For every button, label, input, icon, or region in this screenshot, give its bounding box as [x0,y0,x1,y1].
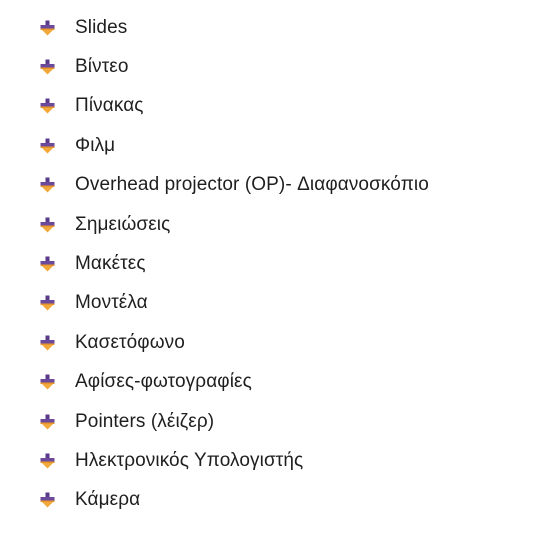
list-item: Ηλεκτρονικός Υπολογιστής [40,441,429,480]
list-item-label: Slides [75,16,128,38]
plus-arrow-bullet-icon [40,138,55,154]
list-item-label: Φιλμ [75,134,116,156]
plus-arrow-bullet-icon [40,295,55,311]
list-item: Αφίσες-φωτογραφίες [40,363,429,402]
plus-arrow-bullet-icon [40,374,55,390]
list-item: Slides [40,8,429,47]
plus-arrow-bullet-icon [40,414,55,430]
plus-arrow-bullet-icon [40,453,55,469]
list-item-label: Pointers (λέιζερ) [75,410,215,432]
list-item: Overhead projector (OP)- Διαφανοσκόπιο [40,166,429,205]
list-item: Κασετόφωνο [40,323,429,362]
bullet-list: Slides Βίντεο Πίνακας Φιλμ Overhead proj… [40,8,429,520]
list-item-label: Κάμερα [75,489,141,511]
list-item: Κάμερα [40,481,429,520]
list-item-label: Πίνακας [75,95,144,117]
list-item: Φιλμ [40,126,429,165]
list-item-label: Αφίσες-φωτογραφίες [75,371,252,393]
list-item-label: Μοντέλα [75,292,148,314]
list-item: Pointers (λέιζερ) [40,402,429,441]
list-item: Πίνακας [40,87,429,126]
plus-arrow-bullet-icon [40,492,55,508]
list-item: Μοντέλα [40,284,429,323]
list-item: Σημειώσεις [40,205,429,244]
list-item-label: Βίντεο [75,56,129,78]
list-item: Βίντεο [40,47,429,86]
list-item-label: Κασετόφωνο [75,331,185,353]
plus-arrow-bullet-icon [40,177,55,193]
list-item-label: Ηλεκτρονικός Υπολογιστής [75,449,304,471]
plus-arrow-bullet-icon [40,59,55,75]
list-item: Μακέτες [40,244,429,283]
list-item-label: Overhead projector (OP)- Διαφανοσκόπιο [75,174,429,196]
plus-arrow-bullet-icon [40,335,55,351]
list-item-label: Σημειώσεις [75,213,171,235]
plus-arrow-bullet-icon [40,256,55,272]
list-item-label: Μακέτες [75,253,146,275]
plus-arrow-bullet-icon [40,20,55,36]
plus-arrow-bullet-icon [40,217,55,233]
plus-arrow-bullet-icon [40,98,55,114]
